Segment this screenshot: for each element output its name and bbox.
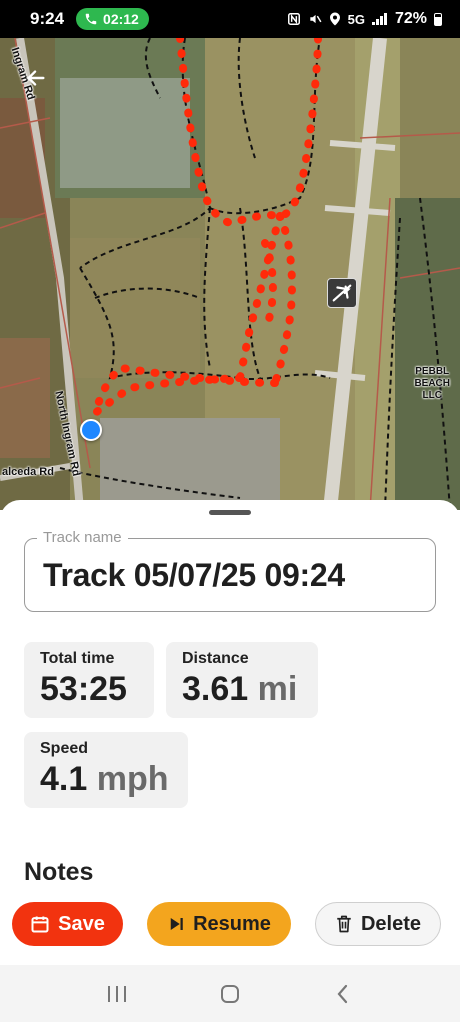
battery-icon bbox=[434, 12, 442, 26]
map-view[interactable]: Ingram Rd North Ingram Rd alceda Rd PEBB… bbox=[0, 38, 460, 510]
home-button[interactable] bbox=[210, 974, 250, 1014]
speed-label: Speed bbox=[40, 740, 89, 757]
airplane-icon bbox=[332, 284, 352, 302]
back-arrow-icon bbox=[27, 70, 45, 86]
calendar-save-icon bbox=[31, 916, 49, 933]
status-icons: 5G 72% bbox=[287, 10, 442, 28]
distance-label: Distance bbox=[182, 650, 249, 667]
distance-card: Distance 3.61 mi bbox=[166, 642, 318, 718]
mute-icon bbox=[309, 14, 322, 24]
poi-label: PEBBL BEACH LLC bbox=[414, 366, 450, 401]
distance-unit: mi bbox=[257, 670, 298, 708]
track-name-field[interactable]: Track name Track 05/07/25 09:24 bbox=[24, 529, 436, 612]
phone-icon bbox=[85, 13, 97, 25]
total-time-card: Total time 53:25 bbox=[24, 642, 154, 718]
resume-label: Resume bbox=[193, 912, 271, 935]
chevron-left-icon bbox=[337, 984, 348, 1003]
back-nav-button[interactable] bbox=[323, 974, 363, 1014]
speed-value: 4.1 bbox=[40, 760, 88, 798]
track-name-value[interactable]: Track 05/07/25 09:24 bbox=[43, 557, 345, 594]
trash-icon bbox=[337, 915, 351, 933]
status-time: 9:24 bbox=[30, 9, 65, 28]
location-icon bbox=[329, 12, 340, 26]
status-bar: 9:24 02:12 5G 72% bbox=[0, 0, 460, 38]
signal-icon bbox=[371, 13, 387, 25]
battery-percent: 72% bbox=[394, 10, 427, 27]
speed-card: Speed 4.1 mph bbox=[24, 732, 188, 808]
total-time-value: 53:25 bbox=[40, 670, 127, 708]
delete-button[interactable]: Delete bbox=[315, 902, 441, 946]
total-time-label: Total time bbox=[40, 650, 115, 667]
ongoing-call-pill[interactable]: 02:12 bbox=[76, 8, 149, 30]
notes-heading: Notes bbox=[24, 858, 94, 886]
back-button[interactable] bbox=[22, 64, 50, 92]
distance-value: 3.61 bbox=[182, 670, 249, 708]
delete-label: Delete bbox=[360, 912, 422, 935]
drag-handle[interactable] bbox=[209, 510, 251, 515]
speed-value-row: 4.1 mph bbox=[40, 760, 172, 799]
nfc-icon bbox=[287, 13, 300, 25]
resume-button[interactable]: Resume bbox=[147, 902, 291, 946]
airport-icon[interactable] bbox=[327, 278, 357, 308]
speed-unit: mph bbox=[96, 760, 169, 798]
recent-apps-icon bbox=[107, 985, 126, 1002]
home-icon bbox=[220, 984, 239, 1003]
distance-value-row: 3.61 mi bbox=[182, 670, 302, 709]
track-details-sheet: Track name Track 05/07/25 09:24 Total ti… bbox=[0, 500, 460, 965]
current-location-icon bbox=[80, 419, 102, 441]
network-type: 5G bbox=[347, 11, 365, 27]
recent-apps-button[interactable] bbox=[97, 974, 137, 1014]
save-button[interactable]: Save bbox=[12, 902, 123, 946]
call-timer: 02:12 bbox=[103, 11, 139, 27]
track-name-label: Track name bbox=[37, 529, 128, 546]
resume-icon bbox=[170, 918, 183, 930]
save-label: Save bbox=[58, 912, 105, 935]
system-nav-bar bbox=[0, 965, 460, 1022]
road-label-alceda: alceda Rd bbox=[2, 466, 54, 478]
